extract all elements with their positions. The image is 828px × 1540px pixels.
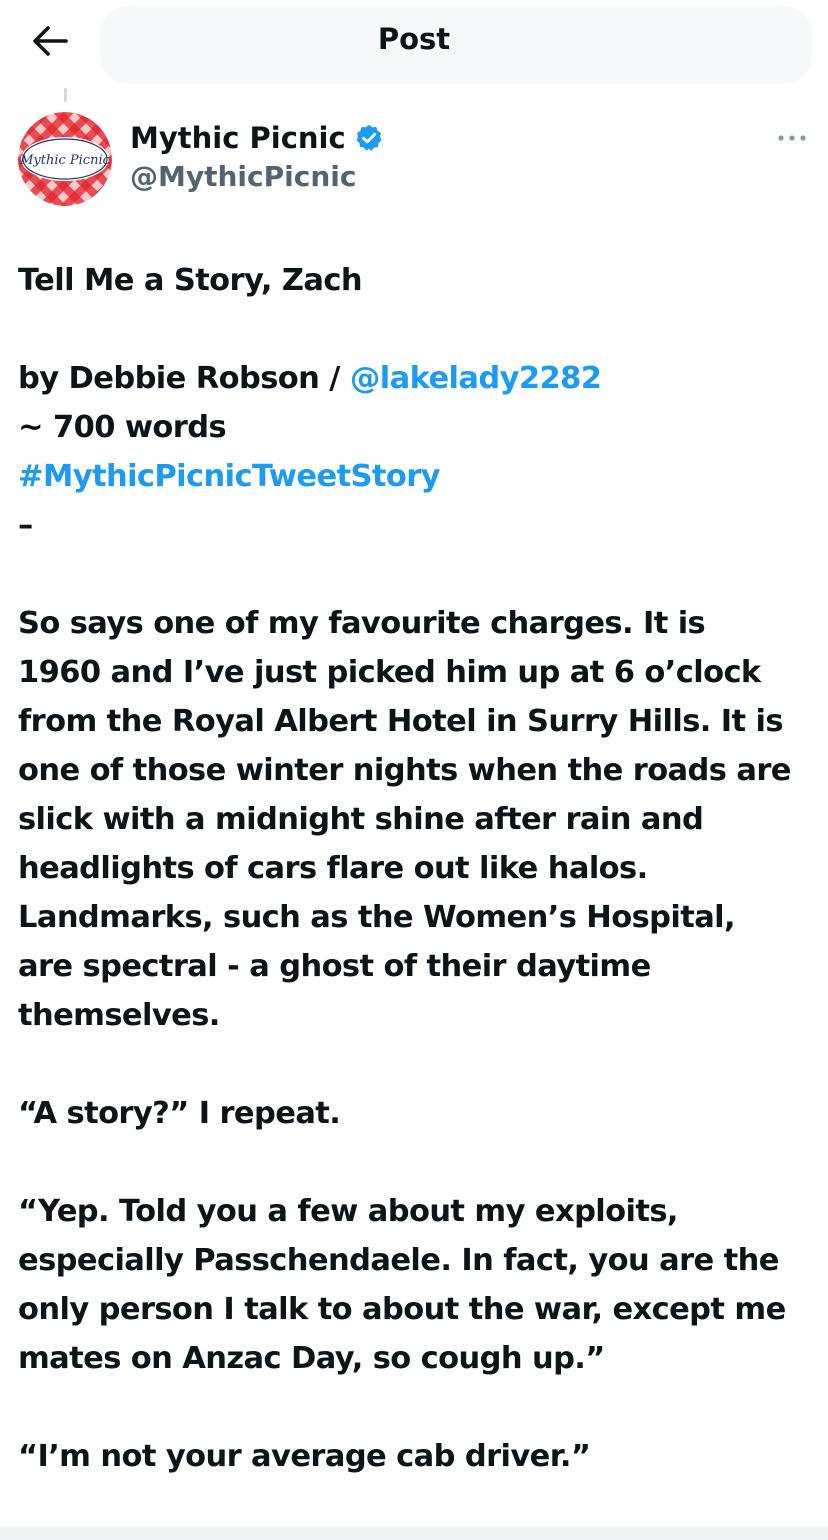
mythic-picnic-logo: Mythic Picnic [18,112,112,206]
top-bar: Post [0,0,828,86]
paragraph-line: only person I talk to about the war, exc… [18,1292,786,1327]
paragraph-line: 1960 and I’ve just picked him up at 6 o’… [18,655,761,690]
svg-text:Mythic Picnic: Mythic Picnic [19,153,111,168]
paragraph-line: slick with a midnight shine after rain a… [18,802,704,837]
paragraph-line: especially Passchendaele. In fact, you a… [18,1243,779,1278]
paragraph-line: one of those winter nights when the road… [18,753,791,788]
more-options-button[interactable] [772,124,812,152]
byline-prefix: by Debbie Robson / [18,361,350,396]
author-handle[interactable]: @MythicPicnic [130,160,356,193]
author-name[interactable]: Mythic Picnic [130,121,346,155]
paragraph-line: Landmarks, such as the Women’s Hospital, [18,900,736,935]
separator: – [18,508,33,543]
paragraph-line: from the Royal Albert Hotel in Surry Hil… [18,704,784,739]
hashtag-link[interactable]: #MythicPicnicTweetStory [18,452,814,501]
paragraph-line: mates on Anzac Day, so cough up.” [18,1341,605,1376]
post-text: Tell Me a Story, Zach by Debbie Robson /… [18,256,814,1481]
more-horizontal-icon [778,135,806,141]
paragraph-line: themselves. [18,998,220,1033]
author-name-row[interactable]: Mythic Picnic [130,118,384,158]
author-mention-link[interactable]: @lakelady2282 [350,361,602,396]
paragraph-line: are spectral - a ghost of their daytime [18,949,651,984]
bottom-divider [0,1526,828,1540]
page-title: Post [377,22,451,56]
story-title: Tell Me a Story, Zach [18,263,363,298]
paragraph-line: headlights of cars flare out like halos. [18,851,648,886]
paragraph-line: “A story?” I repeat. [18,1096,341,1131]
post-page: Post Mythic Picnic Mythic Picnic @Mythic… [0,0,828,1540]
thread-connector [64,88,67,102]
byline: by Debbie Robson / @lakelady2282 [18,354,814,403]
paragraph-line: So says one of my favourite charges. It … [18,606,706,641]
avatar[interactable]: Mythic Picnic [18,112,112,206]
verified-badge-icon [356,124,382,151]
paragraph-line: “I’m not your average cab driver.” [18,1439,591,1474]
word-count: ~ 700 words [18,410,227,445]
paragraph-line: “Yep. Told you a few about my exploits, [18,1194,678,1229]
